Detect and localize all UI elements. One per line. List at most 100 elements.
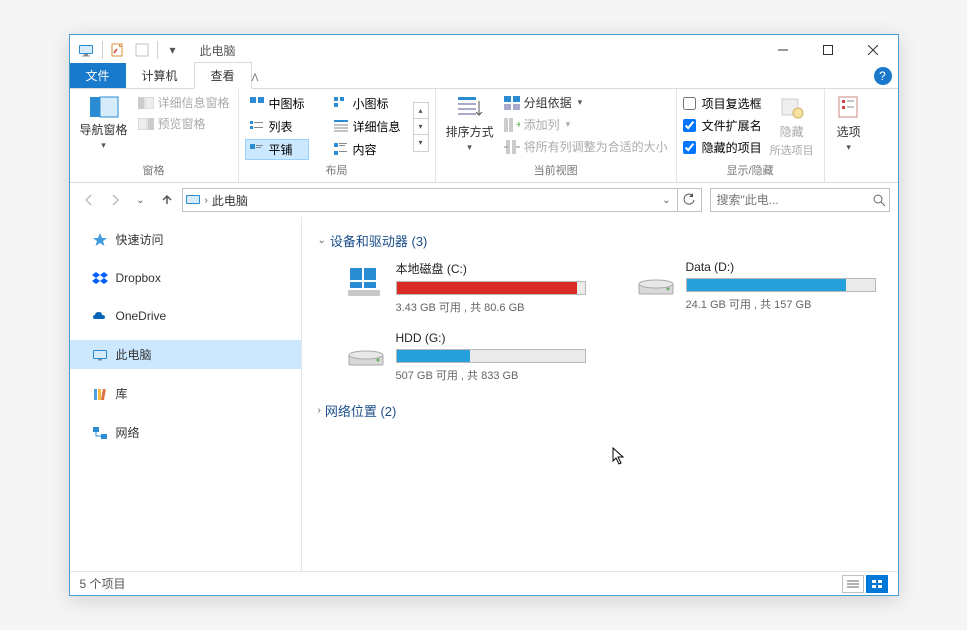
- group-show-hide-label: 显示/隐藏: [683, 160, 818, 182]
- add-columns-button[interactable]: +添加列▾: [502, 115, 670, 134]
- details-pane-button[interactable]: 详细信息窗格: [136, 93, 232, 112]
- drives-list: 本地磁盘 (C:) 3.43 GB 可用 , 共 80.6 GB Data (D…: [318, 256, 882, 395]
- window-title: 此电脑: [200, 42, 236, 59]
- drive-icon: [346, 331, 386, 371]
- ribbon-group-options: 选项 ▾: [825, 89, 873, 182]
- section-devices-drives[interactable]: ⌄ 设备和驱动器 (3): [318, 225, 882, 256]
- hide-selected-button[interactable]: 隐藏 所选项目: [766, 93, 818, 160]
- refresh-button[interactable]: [678, 188, 702, 212]
- maximize-button[interactable]: [806, 35, 851, 65]
- section-network-locations[interactable]: › 网络位置 (2): [318, 395, 882, 426]
- status-bar: 5 个项目: [70, 571, 898, 595]
- drive-name: HDD (G:): [396, 331, 588, 345]
- address-icon: [185, 192, 201, 208]
- tab-view[interactable]: 查看: [194, 62, 252, 89]
- dropbox-icon: [92, 270, 108, 286]
- checkbox-item-checkboxes[interactable]: 项目复选框: [683, 93, 762, 114]
- onedrive-icon: [92, 308, 108, 324]
- up-button[interactable]: [156, 189, 178, 211]
- minimize-button[interactable]: [761, 35, 806, 65]
- qat-properties-button[interactable]: [107, 39, 129, 61]
- titlebar: ▾ 此电脑: [70, 35, 898, 65]
- svg-text:+: +: [516, 120, 520, 131]
- sidebar-item-libraries[interactable]: 库: [70, 379, 301, 408]
- view-tiles-button[interactable]: [866, 575, 888, 593]
- search-input[interactable]: [717, 193, 872, 207]
- body: 快速访问 Dropbox OneDrive 此电脑 库: [70, 217, 898, 571]
- help-button[interactable]: ?: [874, 67, 892, 85]
- drive-icon: [636, 260, 676, 300]
- group-layout-label: 布局: [245, 160, 429, 182]
- preview-pane-icon: [138, 116, 154, 132]
- size-columns-button[interactable]: 将所有列调整为合适的大小: [502, 137, 670, 156]
- drive-stats: 24.1 GB 可用 , 共 157 GB: [686, 296, 878, 312]
- ribbon-group-panes: 导航窗格 ▾ 详细信息窗格 预览窗格 窗格: [70, 89, 239, 182]
- navigation-pane-label: 导航窗格: [80, 121, 128, 138]
- drive-item[interactable]: Data (D:) 24.1 GB 可用 , 共 157 GB: [636, 260, 878, 315]
- layout-list[interactable]: 列表: [245, 116, 309, 137]
- drive-usage-bar: [396, 281, 586, 295]
- drive-item[interactable]: 本地磁盘 (C:) 3.43 GB 可用 , 共 80.6 GB: [346, 260, 588, 315]
- qat-new-folder-button[interactable]: [131, 39, 153, 61]
- star-icon: [92, 232, 108, 248]
- ribbon: 导航窗格 ▾ 详细信息窗格 预览窗格 窗格: [70, 89, 898, 183]
- drive-name: Data (D:): [686, 260, 878, 274]
- drive-item[interactable]: HDD (G:) 507 GB 可用 , 共 833 GB: [346, 331, 588, 383]
- layout-tiles[interactable]: 平铺: [245, 139, 309, 160]
- sort-by-button[interactable]: 排序方式 ▾: [442, 93, 498, 155]
- drive-stats: 3.43 GB 可用 , 共 80.6 GB: [396, 299, 588, 315]
- tab-computer[interactable]: 计算机: [126, 63, 194, 88]
- group-by-button[interactable]: 分组依据▾: [502, 93, 670, 112]
- sidebar-item-network[interactable]: 网络: [70, 418, 301, 447]
- ribbon-collapse-button[interactable]: ᐱ: [252, 73, 259, 84]
- layout-medium-icons[interactable]: 中图标: [245, 93, 309, 114]
- navigation-row: ⌄ › 此电脑 ⌄: [70, 183, 898, 217]
- tab-file[interactable]: 文件: [70, 63, 126, 88]
- layout-details[interactable]: 详细信息: [329, 116, 405, 137]
- back-button[interactable]: [78, 189, 100, 211]
- search-box[interactable]: [710, 188, 890, 212]
- ribbon-group-layout: 中图标 小图标 列表 详细信息 平铺 内容 ▴▾▾ 布局: [239, 89, 436, 182]
- content-pane: ⌄ 设备和驱动器 (3) 本地磁盘 (C:) 3.43 GB 可用 , 共 80…: [302, 217, 898, 571]
- quick-access-toolbar: ▾: [100, 39, 184, 61]
- sidebar-item-quick-access[interactable]: 快速访问: [70, 225, 301, 254]
- options-button[interactable]: 选项 ▾: [831, 93, 867, 155]
- search-icon: [872, 193, 886, 207]
- ribbon-group-current-view: 排序方式 ▾ 分组依据▾ +添加列▾ 将所有列调整为合适的大小 当前视图: [436, 89, 677, 182]
- layout-gallery-scroll[interactable]: ▴▾▾: [413, 102, 429, 152]
- drive-stats: 507 GB 可用 , 共 833 GB: [396, 367, 588, 383]
- recent-locations-button[interactable]: ⌄: [130, 189, 152, 211]
- qat-dropdown-button[interactable]: ▾: [162, 39, 184, 61]
- sidebar-item-dropbox[interactable]: Dropbox: [70, 264, 301, 292]
- preview-pane-button[interactable]: 预览窗格: [136, 114, 232, 133]
- chevron-right-icon: ›: [318, 405, 321, 416]
- address-dropdown[interactable]: ⌄: [658, 195, 674, 206]
- drive-icon: [346, 260, 386, 300]
- checkbox-hidden-items[interactable]: 隐藏的项目: [683, 137, 762, 158]
- group-current-view-label: 当前视图: [442, 160, 670, 182]
- layout-content[interactable]: 内容: [329, 139, 405, 160]
- explorer-window: ▾ 此电脑 文件 计算机 查看 ᐱ ? 导航窗格 ▾: [69, 34, 899, 596]
- drive-usage-bar: [686, 278, 876, 292]
- forward-button[interactable]: [104, 189, 126, 211]
- group-panes-label: 窗格: [76, 160, 232, 182]
- breadcrumb[interactable]: 此电脑: [212, 192, 248, 209]
- network-icon: [92, 425, 108, 441]
- status-item-count: 5 个项目: [80, 575, 126, 592]
- navigation-pane-button[interactable]: 导航窗格 ▾: [76, 93, 132, 153]
- libraries-icon: [92, 386, 108, 402]
- checkbox-file-extensions[interactable]: 文件扩展名: [683, 115, 762, 136]
- group-by-icon: [504, 95, 520, 111]
- address-bar[interactable]: › 此电脑 ⌄: [182, 188, 678, 212]
- navigation-pane: 快速访问 Dropbox OneDrive 此电脑 库: [70, 217, 302, 571]
- drive-usage-bar: [396, 349, 586, 363]
- sidebar-item-onedrive[interactable]: OneDrive: [70, 302, 301, 330]
- view-details-button[interactable]: [842, 575, 864, 593]
- chevron-down-icon: ⌄: [318, 235, 326, 246]
- sidebar-item-this-pc[interactable]: 此电脑: [70, 340, 301, 369]
- layout-small-icons[interactable]: 小图标: [329, 93, 405, 114]
- drive-name: 本地磁盘 (C:): [396, 260, 588, 277]
- ribbon-group-show-hide: 项目复选框 文件扩展名 隐藏的项目 隐藏 所选项目 显示/隐藏: [677, 89, 825, 182]
- cursor-icon: [612, 447, 626, 465]
- close-button[interactable]: [851, 35, 896, 65]
